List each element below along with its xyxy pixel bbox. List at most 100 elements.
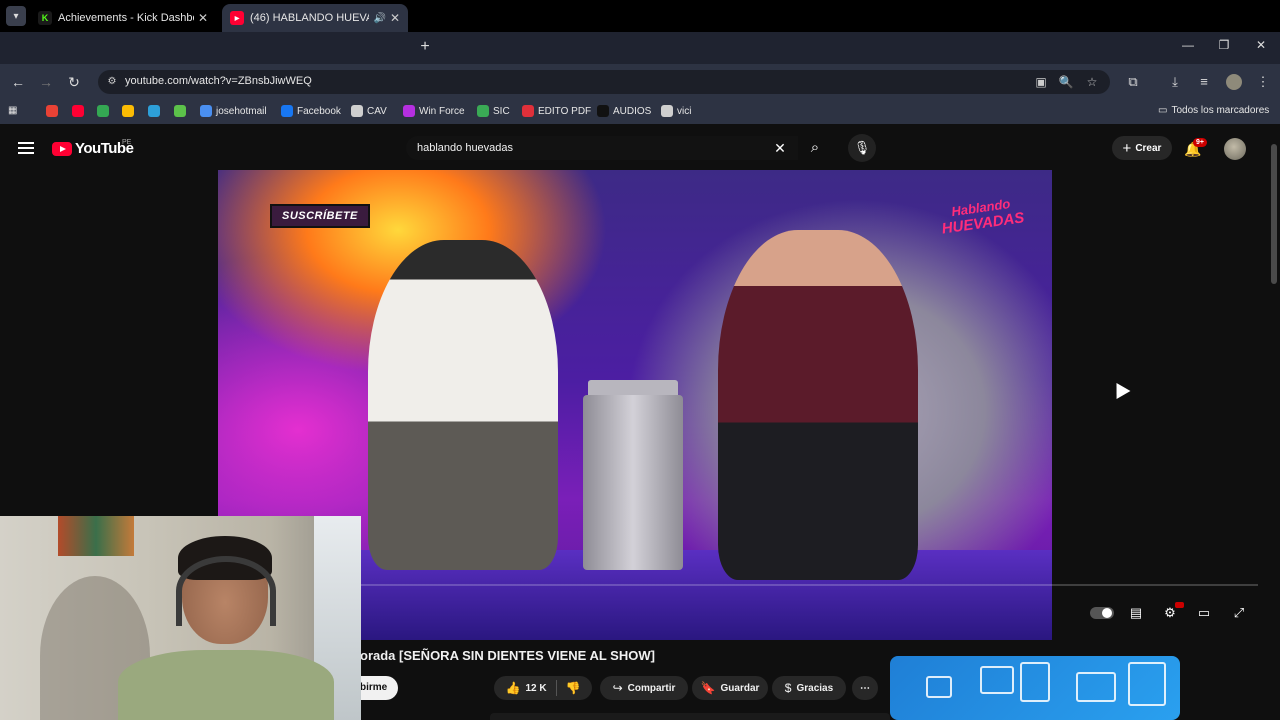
back-icon[interactable]: ← xyxy=(8,72,28,92)
microphone-icon[interactable]: 🎙 xyxy=(848,134,876,162)
bookmark-cav[interactable]: CAV xyxy=(351,105,387,117)
avatar[interactable] xyxy=(1224,138,1246,160)
kick-icon: K xyxy=(38,11,52,25)
youtube-play-icon xyxy=(52,141,72,156)
bookmark-edito-pdf[interactable]: EDITO PDF xyxy=(522,105,591,117)
scrollbar-thumb[interactable] xyxy=(1271,144,1277,284)
url-text: youtube.com/watch?v=ZBnsbJiwWEQ xyxy=(125,75,312,87)
page-scrollbar[interactable] xyxy=(1268,130,1280,720)
divider xyxy=(555,680,557,696)
audio-icon xyxy=(597,105,609,117)
zoom-icon[interactable]: 🔍 xyxy=(1058,74,1074,90)
bookmark-check-icon[interactable] xyxy=(174,105,186,117)
like-dislike-group[interactable]: 👍 12 K 👎 xyxy=(494,676,592,700)
create-button[interactable]: + Crear xyxy=(1112,136,1172,160)
autoplay-toggle[interactable] xyxy=(1090,607,1114,619)
ad-graphic xyxy=(980,666,1014,694)
headset xyxy=(176,556,276,626)
video-progress-bar[interactable] xyxy=(218,584,1258,586)
close-tab-icon[interactable]: ✕ xyxy=(390,11,400,25)
bookmark-label: AUDIOS xyxy=(613,105,652,117)
sic-icon xyxy=(477,105,489,117)
bookmark-label: Facebook xyxy=(297,105,341,117)
clear-search-icon[interactable]: ✕ xyxy=(772,140,788,156)
save-button[interactable]: 🔖 Guardar xyxy=(692,676,768,700)
tab-kick-dashboard[interactable]: K Achievements - Kick Dashboard ✕ xyxy=(30,4,216,32)
mouse-cursor xyxy=(1109,378,1131,400)
ad-graphic xyxy=(1128,662,1166,706)
bookmark-globe-icon[interactable] xyxy=(148,105,160,117)
apps-grid-icon[interactable]: ▦ xyxy=(8,105,17,116)
bookmark-label: josehotmail xyxy=(216,105,267,117)
search-icon[interactable]: ⌕ xyxy=(800,136,830,160)
bookmark-label: SIC xyxy=(493,105,510,117)
minimize-icon[interactable]: — xyxy=(1178,38,1198,52)
search-query: hablando huevadas xyxy=(417,142,514,154)
download-icon[interactable]: ⤓ xyxy=(1166,73,1184,91)
extensions-icon[interactable]: ⧉ xyxy=(1124,73,1142,91)
ad-graphic xyxy=(1076,672,1116,702)
bookmark-label: Todos los marcadores xyxy=(1171,105,1270,116)
ad-graphic xyxy=(1020,662,1050,702)
tab-title: (46) HABLANDO HUEVADAS xyxy=(250,12,369,24)
save-label: Guardar xyxy=(720,682,760,694)
new-tab-button[interactable]: + xyxy=(416,38,434,56)
podium xyxy=(583,395,683,570)
bookmark-photos-icon[interactable] xyxy=(122,105,134,117)
close-tab-icon[interactable]: ✕ xyxy=(198,11,208,25)
share-button[interactable]: ↪ Compartir xyxy=(600,676,688,700)
share-label: Compartir xyxy=(627,682,676,694)
menu-kebab-icon[interactable]: ⋮ xyxy=(1254,73,1272,91)
tab-youtube-active[interactable]: ▶ (46) HABLANDO HUEVADAS 🔊 ✕ xyxy=(222,4,408,32)
host-left xyxy=(368,240,558,570)
thanks-label: Gracias xyxy=(796,682,834,694)
wall-picture xyxy=(58,516,134,556)
fullscreen-icon[interactable]: ⤢ xyxy=(1230,604,1248,622)
ad-card[interactable] xyxy=(890,656,1180,720)
restore-icon[interactable]: ❐ xyxy=(1214,38,1234,52)
share-icon: ↪ xyxy=(612,681,623,695)
bookmark-icon: 🔖 xyxy=(700,681,716,695)
thumbs-up-icon[interactable]: 👍 xyxy=(505,681,520,695)
close-window-icon[interactable]: ✕ xyxy=(1251,38,1271,52)
globe-icon xyxy=(351,105,363,117)
tab-search-button[interactable]: ▾ xyxy=(6,6,26,26)
bookmark-gmail-icon[interactable] xyxy=(46,105,58,117)
bookmarks-bar: ▦ josehotmail Facebook CAV Win Force SIC… xyxy=(0,100,1280,124)
ad-graphic xyxy=(926,676,952,698)
omnibox[interactable]: ⚙ youtube.com/watch?v=ZBnsbJiwWEQ xyxy=(98,70,1110,94)
create-label: Crear xyxy=(1135,142,1162,154)
install-app-icon[interactable]: ▣ xyxy=(1033,74,1049,90)
bookmark-audios[interactable]: AUDIOS xyxy=(597,105,651,117)
bookmark-maps-icon[interactable] xyxy=(97,105,109,117)
reload-icon[interactable]: ↻ xyxy=(64,72,84,92)
forward-icon[interactable]: → xyxy=(36,72,56,92)
bookmark-facebook[interactable]: Facebook xyxy=(281,105,341,117)
thanks-button[interactable]: $ Gracias xyxy=(772,676,846,700)
hamburger-menu-icon[interactable] xyxy=(18,142,34,154)
speaker-icon[interactable]: 🔊 xyxy=(373,13,385,24)
subtitles-icon[interactable]: ▤ xyxy=(1127,604,1145,622)
thumbs-down-icon[interactable]: 👎 xyxy=(566,681,581,695)
bookmark-win-force[interactable]: Win Force xyxy=(403,105,465,117)
bookmark-label: vici xyxy=(677,105,692,117)
bookmark-josehotmail[interactable]: josehotmail xyxy=(200,105,267,117)
youtube-icon: ▶ xyxy=(230,11,244,25)
bookmark-vici[interactable]: vici xyxy=(661,105,691,117)
tab-bar xyxy=(0,32,1280,64)
bookmark-sic[interactable]: SIC xyxy=(477,105,510,117)
show-logo: Hablando HUEVADAS xyxy=(932,193,1032,238)
profile-avatar[interactable] xyxy=(1226,74,1242,90)
bookmark-star-icon[interactable]: ☆ xyxy=(1084,74,1100,90)
plus-icon: + xyxy=(1122,139,1132,157)
subscribe-overlay-badge: SUSCRÍBETE xyxy=(270,204,370,228)
outlook-icon xyxy=(200,105,212,117)
notification-badge: 9+ xyxy=(1193,138,1207,147)
theater-mode-icon[interactable]: ▭ xyxy=(1195,604,1213,622)
bookmark-youtube-icon[interactable] xyxy=(72,105,84,117)
more-actions-icon[interactable]: ⋯ xyxy=(852,676,878,700)
search-input[interactable]: hablando huevadas xyxy=(406,136,798,160)
site-info-icon[interactable]: ⚙ xyxy=(104,74,120,90)
all-bookmarks-folder[interactable]: ▭ Todos los marcadores xyxy=(1158,105,1269,116)
media-control-icon[interactable]: ≡ xyxy=(1195,73,1213,91)
